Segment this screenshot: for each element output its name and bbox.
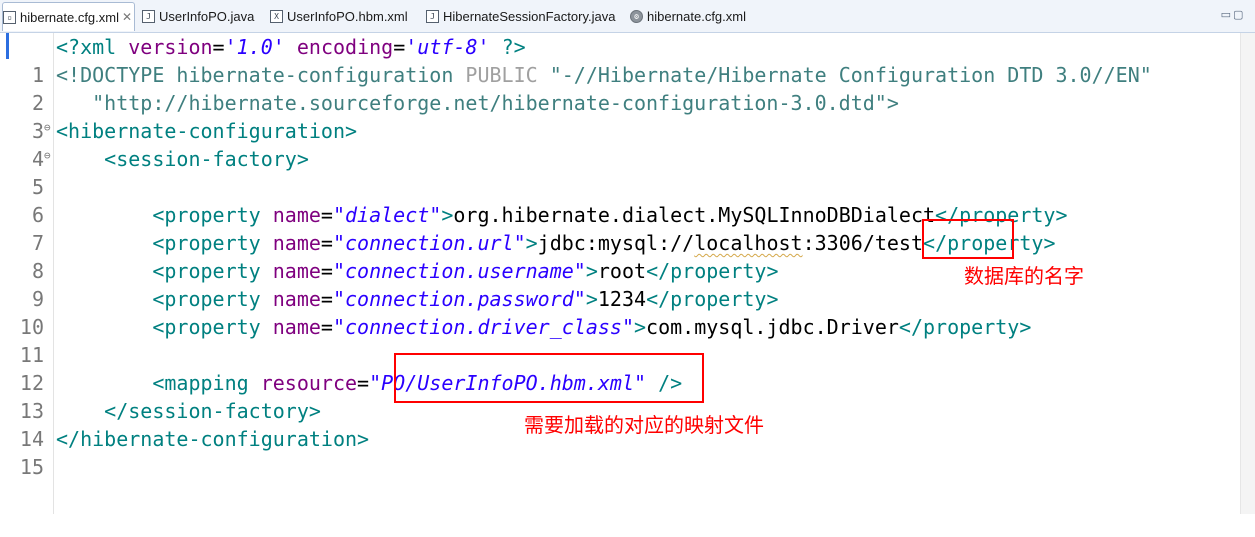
name-attribute: name [272, 231, 321, 255]
config-file-icon: ⚙ [630, 9, 643, 23]
equals-sign: = [320, 287, 333, 311]
name-attribute: name [272, 315, 321, 339]
hbm-file-icon: X [270, 9, 283, 23]
tab-userinfopo-hbm-xml[interactable]: X UserInfoPO.hbm.xml [270, 4, 408, 28]
tab-userinfopo-java[interactable]: J UserInfoPO.java [142, 4, 254, 28]
doctype-open: <!DOCTYPE [56, 63, 177, 87]
property-open-tag: <property [152, 315, 273, 339]
tag-close-bracket: > [585, 259, 598, 283]
property-close-tag: </property> [898, 315, 1032, 339]
url-host: localhost [694, 231, 803, 255]
version-attribute: version [128, 35, 213, 59]
database-name-annotation: 数据库的名字 [964, 264, 1084, 288]
code-line-8: 8 <property name="connection.url">jdbc:m… [0, 229, 1255, 283]
property-open-tag: <property [152, 231, 273, 255]
mapping-file-annotation: 需要加载的对应的映射文件 [524, 413, 764, 437]
tab-label: UserInfoPO.hbm.xml [287, 8, 408, 24]
url-scheme: jdbc:mysql:// [537, 231, 695, 255]
tab-label: hibernate.cfg.xml [20, 9, 119, 25]
equals-sign: = [320, 231, 333, 255]
java-file-icon: J [426, 9, 439, 23]
property-open-tag: <property [152, 203, 273, 227]
tag-close-bracket: > [525, 231, 538, 255]
property-open-tag: <property [152, 287, 273, 311]
code-line-3: 3 "http://hibernate.sourceforge.net/hibe… [0, 89, 1255, 143]
property-name-value: "connection.url" [332, 231, 526, 255]
doctype-public-id: "-//Hibernate/Hibernate Configuration DT… [549, 63, 1152, 87]
mapping-open-tag: <mapping [152, 371, 261, 395]
code-line-10: 10 <property name="connection.password">… [0, 285, 1255, 339]
hibernate-configuration-open-tag: <hibernate-configuration> [56, 119, 358, 143]
property-name-value: "connection.password" [332, 287, 586, 311]
close-icon[interactable]: ✕ [122, 10, 132, 24]
property-name-value: "dialect" [332, 203, 442, 227]
doctype-system-id: "http://hibernate.sourceforge.net/hibern… [92, 91, 899, 115]
equals-sign: = [320, 203, 333, 227]
equals-sign: = [357, 371, 370, 395]
code-line-1: 1 <?xml version='1.0' encoding='utf-8' ?… [0, 33, 1255, 87]
code-line-5: 5 ⊖ <session-factory> [0, 145, 1255, 199]
code-line-11: 11 <property name="connection.driver_cla… [0, 313, 1255, 367]
name-attribute: name [272, 259, 321, 283]
encoding-value: 'utf-8' [405, 35, 490, 59]
fold-toggle-icon[interactable]: ⊖ [44, 145, 51, 167]
tab-label: hibernate.cfg.xml [647, 8, 746, 24]
username-value: root [597, 259, 647, 283]
password-value: 1234 [597, 287, 647, 311]
url-database-name: /test [862, 231, 924, 255]
property-name-value: "connection.driver_class" [332, 315, 634, 339]
doctype-public-keyword: PUBLIC [465, 63, 538, 87]
property-close-tag: </property> [646, 287, 779, 311]
equals-sign: = [320, 315, 333, 339]
equals-sign: = [212, 35, 225, 59]
name-attribute: name [272, 287, 321, 311]
mapping-resource-highlight-box [394, 353, 704, 403]
tag-close-bracket: > [634, 315, 647, 339]
database-name-highlight-box [922, 219, 1014, 259]
xml-declaration-open: <?xml [56, 35, 129, 59]
fold-toggle-icon[interactable]: ⊖ [44, 117, 51, 139]
vertical-scrollbar[interactable] [1240, 33, 1255, 514]
equals-sign: = [320, 259, 333, 283]
tab-label: UserInfoPO.java [159, 8, 255, 24]
dialect-value: org.hibernate.dialect.MySQLInnoDBDialect [453, 203, 936, 227]
doctype-root: hibernate-configuration [176, 63, 454, 87]
xml-file-icon: ▫ [3, 10, 16, 24]
session-factory-close-tag: </session-factory> [104, 399, 321, 423]
minimize-maximize-buttons[interactable]: ▭▢ [1211, 3, 1255, 27]
property-close-tag: </property> [646, 259, 779, 283]
tab-hibernate-cfg-xml-config[interactable]: ⚙ hibernate.cfg.xml [630, 4, 746, 28]
tab-hibernate-cfg-xml-active[interactable]: ▫ hibernate.cfg.xml ✕ [2, 2, 136, 31]
property-open-tag: <property [152, 259, 273, 283]
version-value: '1.0' [224, 35, 285, 59]
property-name-value: "connection.username" [332, 259, 586, 283]
encoding-attribute: encoding [296, 35, 394, 59]
resource-attribute: resource [260, 371, 358, 395]
xml-declaration-close: ?> [489, 35, 526, 59]
code-line-6: 6 [0, 173, 1255, 227]
code-line-7: 7 <property name="dialect">org.hibernate… [0, 201, 1255, 255]
url-port: :3306 [802, 231, 863, 255]
line-number: 15 [19, 455, 44, 479]
code-line-4: 4 ⊖ <hibernate-configuration> [0, 117, 1255, 171]
code-line-2: 2 <!DOCTYPE hibernate-configuration PUBL… [0, 61, 1255, 115]
driver-class-value: com.mysql.jdbc.Driver [646, 315, 899, 339]
name-attribute: name [272, 203, 321, 227]
java-file-icon: J [142, 9, 155, 23]
session-factory-open-tag: <session-factory> [104, 147, 309, 171]
hibernate-configuration-close-tag: </hibernate-configuration> [56, 427, 370, 451]
editor-tab-bar: ▫ hibernate.cfg.xml ✕ J UserInfoPO.java … [0, 0, 1255, 33]
tag-close-bracket: > [441, 203, 454, 227]
tag-close-bracket: > [585, 287, 598, 311]
equals-sign: = [393, 35, 406, 59]
tab-hibernatesessionfactory-java[interactable]: J HibernateSessionFactory.java [426, 4, 615, 28]
tab-label: HibernateSessionFactory.java [443, 8, 616, 24]
